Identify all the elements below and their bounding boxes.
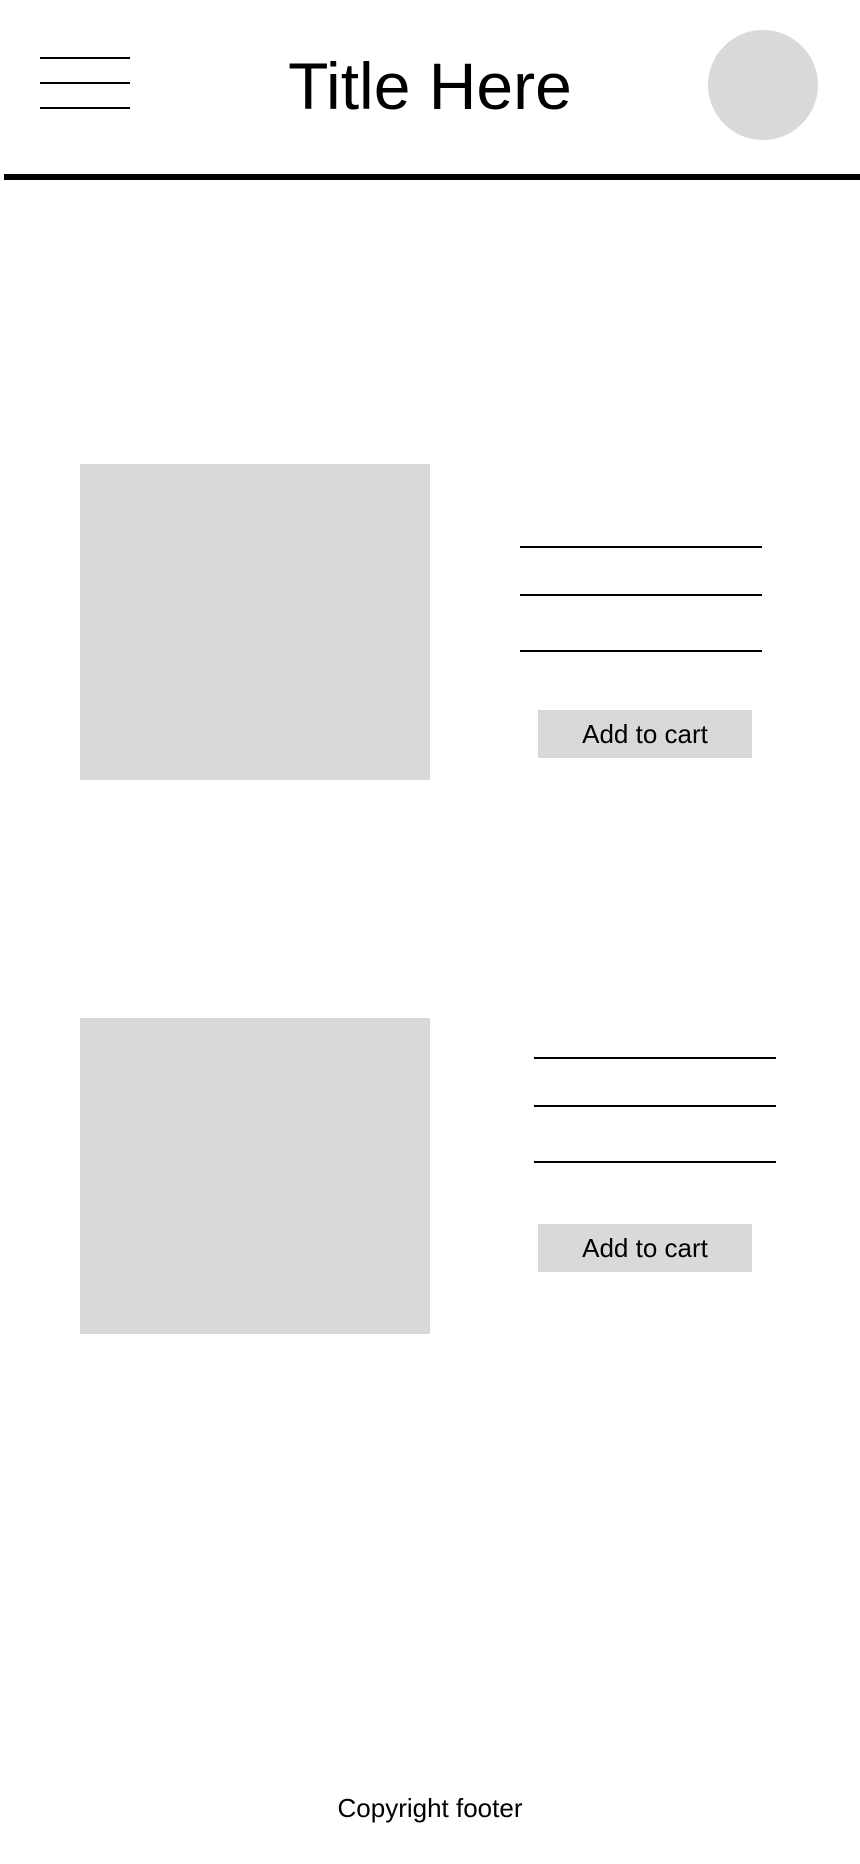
hamburger-menu-icon[interactable]	[40, 57, 130, 109]
footer-copyright: Copyright footer	[337, 1793, 523, 1823]
product-image-placeholder	[80, 464, 430, 780]
header-divider	[4, 174, 860, 180]
menu-bar-middle	[40, 82, 130, 84]
menu-bar-top	[40, 57, 130, 59]
product-detail-line	[534, 1057, 776, 1059]
product-detail-line	[534, 1161, 776, 1163]
product-detail-line	[534, 1105, 776, 1107]
header: Title Here	[0, 0, 860, 182]
product-image-placeholder	[80, 1018, 430, 1334]
add-to-cart-button[interactable]: Add to cart	[538, 1224, 752, 1272]
add-to-cart-button[interactable]: Add to cart	[538, 710, 752, 758]
avatar[interactable]	[708, 30, 818, 140]
product-detail-line	[520, 650, 762, 652]
page-title: Title Here	[288, 49, 572, 123]
menu-bar-bottom	[40, 107, 130, 109]
product-detail-line	[520, 594, 762, 596]
product-detail-line	[520, 546, 762, 548]
